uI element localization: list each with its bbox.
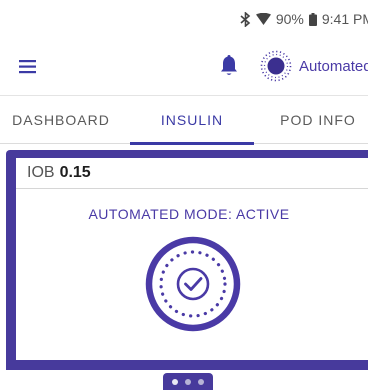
wifi-icon (255, 13, 271, 25)
tab-dashboard[interactable]: DASHBOARD (0, 96, 122, 144)
tab-bar: DASHBOARD INSULIN POD INFO (0, 96, 368, 145)
automated-mode-button[interactable]: Automated (260, 50, 368, 82)
mode-label: Automated (299, 57, 368, 75)
iob-value: 0.15 (59, 164, 91, 181)
bluetooth-icon (240, 11, 251, 27)
tab-insulin-label: INSULIN (160, 112, 224, 128)
app-bar: Automated (0, 38, 368, 96)
battery-icon (308, 12, 317, 26)
bell-icon[interactable] (218, 54, 240, 78)
iob-row: IOB 0.15 (16, 158, 368, 189)
automated-mode-active-icon (145, 236, 241, 332)
mode-status-title: AUTOMATED MODE: ACTIVE (88, 206, 290, 222)
page-dot-3[interactable] (198, 378, 204, 385)
clock-time: 9:41 PM (321, 11, 368, 27)
page-dot-2[interactable] (185, 378, 191, 385)
dashboard-carousel: IOB 0.15 AUTOMATED MODE: ACTIVE (0, 145, 368, 390)
status-bar: 90% 9:41 PM (0, 0, 368, 38)
battery-percent: 90% (275, 11, 304, 27)
page-dot-1[interactable] (172, 378, 178, 385)
insulin-status-card[interactable]: IOB 0.15 AUTOMATED MODE: ACTIVE (6, 150, 368, 370)
tab-pod-info[interactable]: POD INFO (262, 96, 368, 144)
menu-icon[interactable] (18, 57, 42, 77)
card-content: IOB 0.15 AUTOMATED MODE: ACTIVE (16, 158, 368, 360)
automated-mode-icon (260, 50, 292, 82)
iob-label: IOB (27, 164, 55, 181)
page-indicator (163, 373, 213, 390)
tab-insulin[interactable]: INSULIN (130, 96, 254, 145)
